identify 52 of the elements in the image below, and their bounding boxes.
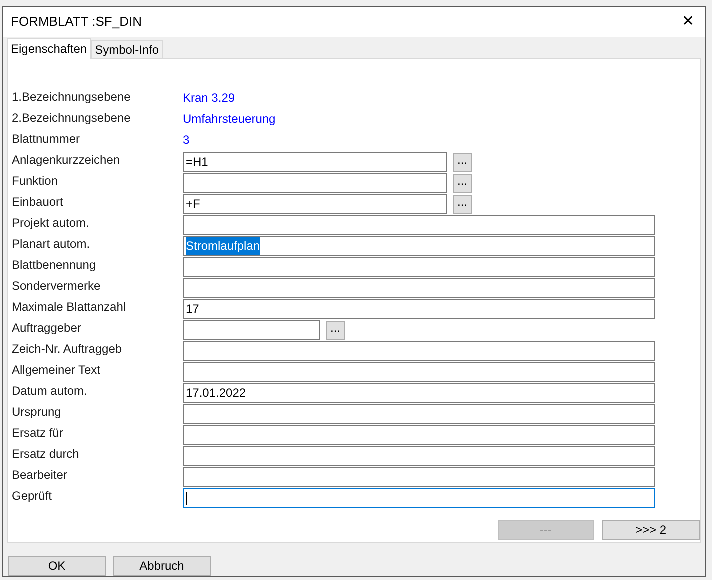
input-field[interactable] [183,215,655,235]
field-label: Sondervermerke [12,278,102,294]
field-label: Auftraggeber [12,320,82,336]
input-field[interactable]: 17.01.2022 [183,383,655,403]
input-field[interactable]: Stromlaufplan [183,236,655,256]
field-label: Blattnummer [12,131,82,147]
input-field[interactable] [183,425,655,445]
field-value: 3 [183,132,190,149]
field-label: Zeich-Nr. Auftraggeb [12,341,124,357]
field-label: Anlagenkurzzeichen [12,152,122,168]
field-label: Geprüft [12,488,54,504]
field-label: Ersatz für [12,425,64,441]
dialog-button[interactable]: Abbruch [113,556,211,576]
input-field[interactable] [183,362,655,382]
browse-button[interactable]: ... [453,194,472,214]
input-field[interactable] [183,341,655,361]
field-value: Kran 3.29 [183,90,236,107]
field-value: Umfahrsteuerung [183,111,276,128]
text-cursor [186,492,187,504]
field-label: Allgemeiner Text [12,362,102,378]
field-label: Blattbenennung [12,257,98,273]
tab[interactable]: Symbol-Info [91,40,164,58]
page-button[interactable]: >>> 2 [602,520,700,540]
input-field[interactable] [183,278,655,298]
close-button[interactable]: ✕ [682,10,695,34]
input-field[interactable]: =H1 [183,152,447,172]
window-title: FORMBLATT :SF_DIN [11,13,142,32]
field-label: Maximale Blattanzahl [12,299,128,315]
input-field[interactable] [183,320,320,340]
dialog-button[interactable]: OK [8,556,106,576]
field-label: Bearbeiter [12,467,68,483]
field-label: Projekt autom. [12,215,90,231]
input-field[interactable] [183,404,655,424]
field-label: Ursprung [12,404,62,420]
tab[interactable]: Eigenschaften [7,38,92,59]
input-field[interactable] [183,488,655,508]
input-field[interactable] [183,467,655,487]
field-label: Einbauort [12,194,64,210]
browse-button[interactable]: ... [453,152,472,172]
field-label: Planart autom. [12,236,92,252]
field-label: Ersatz durch [12,446,80,462]
input-field[interactable] [183,173,447,193]
field-label: Funktion [12,173,60,189]
browse-button[interactable]: ... [453,174,472,192]
field-label: 2.Bezeichnungsebene [12,110,132,126]
field-label: 1.Bezeichnungsebene [12,89,132,105]
input-field[interactable] [183,257,655,277]
input-field[interactable]: +F [183,194,447,214]
browse-button[interactable]: ... [326,320,345,340]
input-field[interactable] [183,446,655,466]
field-label: Datum autom. [12,383,88,399]
input-field[interactable]: 17 [183,299,655,319]
